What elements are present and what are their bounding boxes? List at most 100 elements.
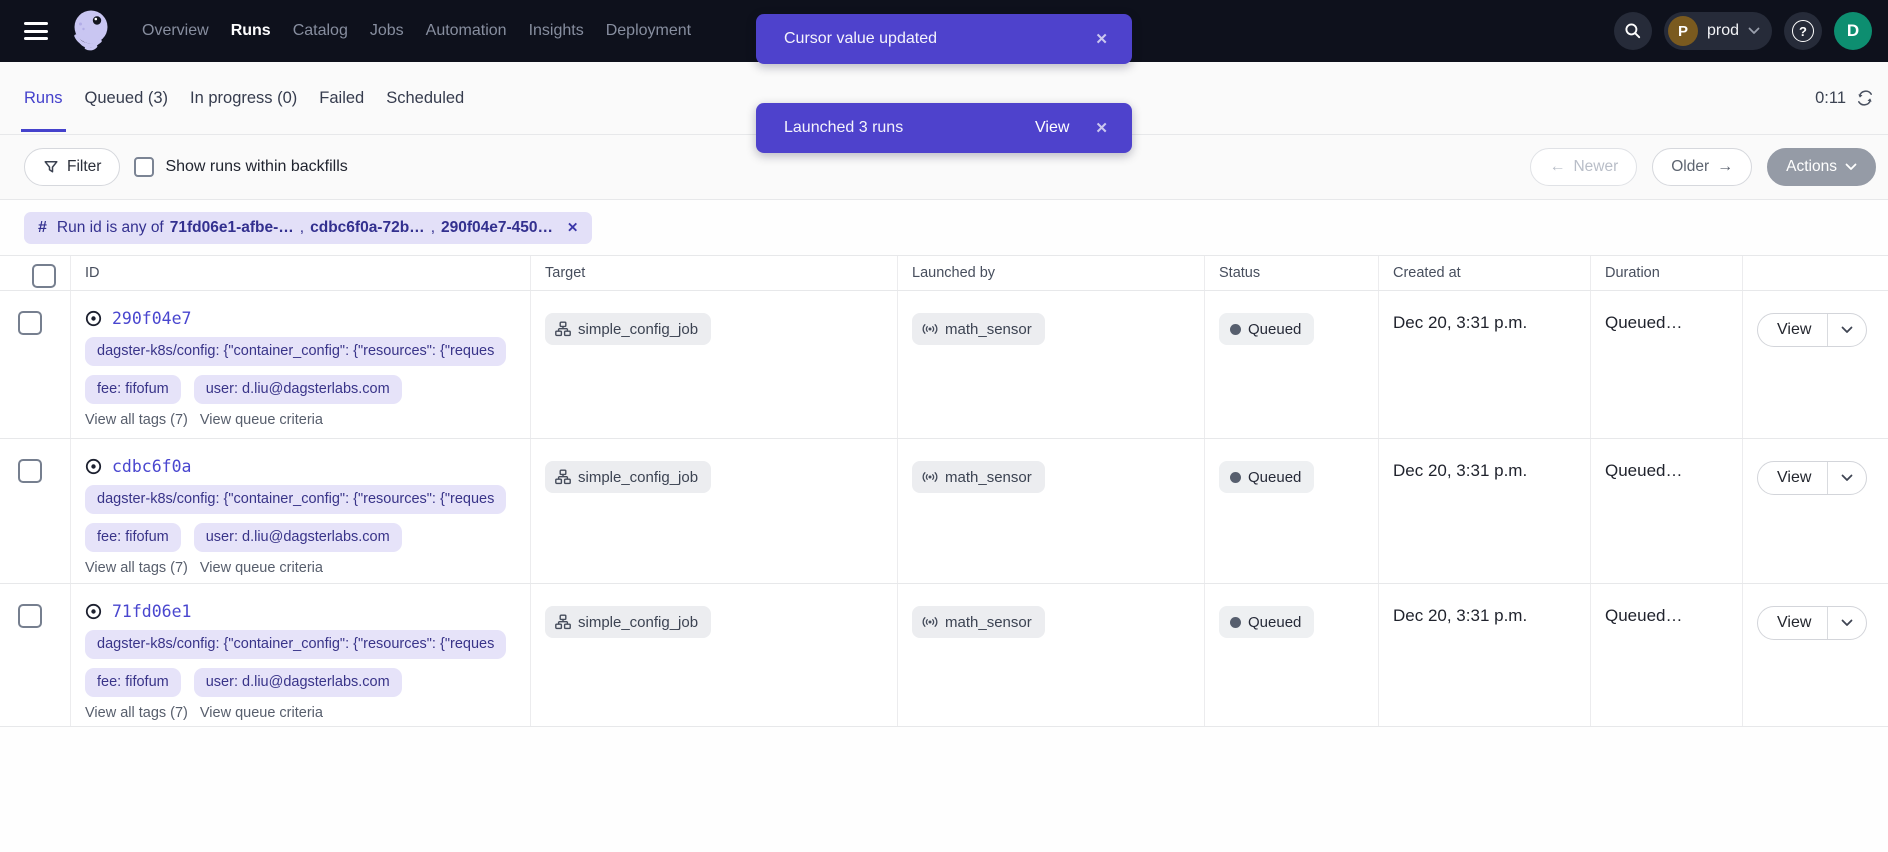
chip-run-id: 290f04e7-450… [441,219,553,237]
view-all-tags-link[interactable]: View all tags (7) [85,560,188,576]
nav-item-deployment[interactable]: Deployment [606,22,691,40]
run-id-link[interactable]: cdbc6f0a [112,457,191,476]
user-avatar[interactable]: D [1834,12,1872,50]
job-graph-icon [555,321,571,337]
dagster-logo-icon [68,7,114,55]
close-icon[interactable]: ✕ [567,220,578,236]
run-tag[interactable]: fee: fifofum [85,668,181,697]
view-queue-criteria-link[interactable]: View queue criteria [200,412,323,428]
tab-failed[interactable]: Failed [319,62,364,134]
column-header-launched-by: Launched by [897,256,1204,290]
chevron-down-icon [1748,27,1760,35]
run-tag-k8s-config[interactable]: dagster-k8s/config: {"container_config":… [85,485,506,514]
column-header-duration: Duration [1590,256,1742,290]
run-id-link[interactable]: 290f04e7 [112,309,191,328]
status-dot-icon [1230,324,1241,335]
view-run-button[interactable]: View [1757,606,1867,640]
run-status-icon [85,458,102,475]
column-header-created-at: Created at [1378,256,1590,290]
close-icon[interactable]: ✕ [1095,30,1108,48]
table-row: 71fd06e1 dagster-k8s/config: {"container… [0,584,1888,727]
column-header-status: Status [1204,256,1378,290]
workspace-name: prod [1707,22,1739,40]
chip-run-id: cdbc6f0a-72b… [310,219,425,237]
view-queue-criteria-link[interactable]: View queue criteria [200,705,323,721]
target-job-pill[interactable]: simple_config_job [545,606,711,638]
run-tag-k8s-config[interactable]: dagster-k8s/config: {"container_config":… [85,630,506,659]
nav-item-catalog[interactable]: Catalog [293,22,348,40]
nav-item-insights[interactable]: Insights [529,22,584,40]
table-row: cdbc6f0a dagster-k8s/config: {"container… [0,439,1888,584]
run-tag[interactable]: user: d.liu@dagsterlabs.com [194,523,402,552]
nav-item-automation[interactable]: Automation [426,22,507,40]
show-backfills-label: Show runs within backfills [165,158,347,176]
chevron-down-icon [1845,163,1857,171]
run-tag[interactable]: user: d.liu@dagsterlabs.com [194,668,402,697]
duration: Queued… [1590,439,1742,583]
toast-message: Launched 3 runs [784,119,1035,137]
show-backfills-checkbox[interactable] [134,157,154,177]
target-job-pill[interactable]: simple_config_job [545,461,711,493]
workspace-switcher[interactable]: P prod [1664,12,1772,50]
chevron-down-icon[interactable] [1828,607,1866,639]
toast-message: Cursor value updated [784,30,1095,48]
launched-by-sensor-pill[interactable]: math_sensor [912,606,1045,638]
tab-runs[interactable]: Runs [24,62,63,134]
run-status-icon [85,310,102,327]
view-queue-criteria-link[interactable]: View queue criteria [200,560,323,576]
primary-nav: Overview Runs Catalog Jobs Automation In… [142,22,691,40]
nav-item-jobs[interactable]: Jobs [370,22,404,40]
close-icon[interactable]: ✕ [1095,119,1108,137]
run-tag[interactable]: fee: fifofum [85,523,181,552]
actions-button[interactable]: Actions [1767,148,1876,186]
run-status-icon [85,603,102,620]
created-at: Dec 20, 3:31 p.m. [1378,291,1590,438]
toast-view-link[interactable]: View [1035,119,1069,137]
funnel-icon [43,159,59,175]
refresh-icon[interactable] [1856,89,1874,107]
search-icon [1623,21,1643,41]
help-button[interactable]: ? [1784,12,1822,50]
hamburger-menu-icon[interactable] [24,21,50,41]
chevron-down-icon[interactable] [1828,314,1866,346]
nav-item-overview[interactable]: Overview [142,22,209,40]
chevron-down-icon[interactable] [1828,462,1866,494]
row-checkbox[interactable] [18,604,42,628]
sensor-icon [922,469,938,485]
chip-prefix: Run id is any of [57,219,164,237]
arrow-right-icon: → [1717,158,1733,176]
status-badge: Queued [1219,313,1314,345]
run-tag[interactable]: fee: fifofum [85,375,181,404]
tab-in-progress[interactable]: In progress (0) [190,62,297,134]
table-header: ID Target Launched by Status Created at … [0,256,1888,291]
status-badge: Queued [1219,461,1314,493]
row-checkbox[interactable] [18,311,42,335]
tab-queued[interactable]: Queued (3) [85,62,168,134]
target-job-pill[interactable]: simple_config_job [545,313,711,345]
chip-run-id: 71fd06e1-afbe-… [170,219,294,237]
duration: Queued… [1590,291,1742,438]
duration: Queued… [1590,584,1742,726]
tab-scheduled[interactable]: Scheduled [386,62,464,134]
run-tag[interactable]: user: d.liu@dagsterlabs.com [194,375,402,404]
view-run-button[interactable]: View [1757,313,1867,347]
select-all-checkbox[interactable] [32,264,56,288]
older-button[interactable]: Older → [1652,148,1752,186]
run-id-link[interactable]: 71fd06e1 [112,602,191,621]
filter-button[interactable]: Filter [24,148,120,186]
arrow-left-icon: ← [1549,158,1565,176]
view-run-button[interactable]: View [1757,461,1867,495]
sensor-icon [922,614,938,630]
view-all-tags-link[interactable]: View all tags (7) [85,412,188,428]
launched-by-sensor-pill[interactable]: math_sensor [912,313,1045,345]
row-checkbox[interactable] [18,459,42,483]
sensor-icon [922,321,938,337]
hash-icon: # [38,219,47,237]
search-button[interactable] [1614,12,1652,50]
newer-button[interactable]: ← Newer [1530,148,1637,186]
run-tag-k8s-config[interactable]: dagster-k8s/config: {"container_config":… [85,337,506,366]
run-id-filter-chip[interactable]: # Run id is any of 71fd06e1-afbe-…, cdbc… [24,212,592,244]
view-all-tags-link[interactable]: View all tags (7) [85,705,188,721]
launched-by-sensor-pill[interactable]: math_sensor [912,461,1045,493]
nav-item-runs[interactable]: Runs [231,22,271,40]
